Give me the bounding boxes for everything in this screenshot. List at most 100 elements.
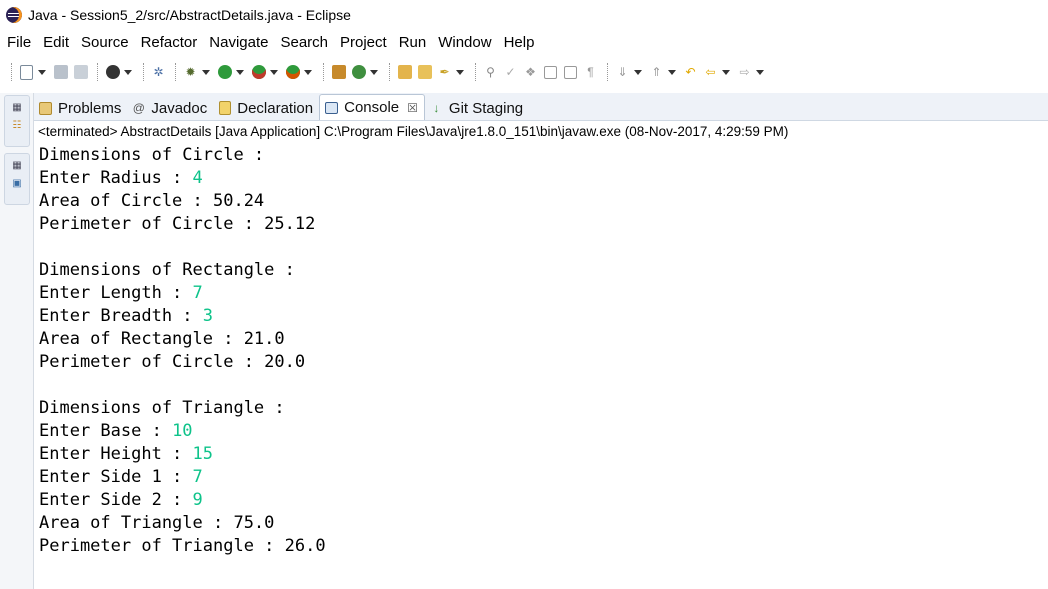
format-icon[interactable]: ❖ [522,63,539,81]
tab-git-staging[interactable]: ↓ Git Staging [425,96,529,120]
save-all-icon[interactable] [72,63,89,81]
block-icon[interactable] [542,63,559,81]
toolbar-separator [143,63,145,81]
package-explorer-icon[interactable]: ☷ [9,118,25,132]
coverage-dropdown-arrow[interactable] [270,69,278,75]
tab-problems[interactable]: Problems [34,96,127,120]
save-icon[interactable] [52,63,69,81]
problems-icon [38,101,53,116]
new-class-dropdown-arrow[interactable] [370,69,378,75]
next-annotation-icon[interactable]: ¶ [582,63,599,81]
open-type-icon[interactable] [396,63,413,81]
tab-label: Problems [58,99,122,117]
view-tab-bar: Problems @ Javadoc Declaration Console ☒… [34,93,1048,121]
toggle-mark-icon[interactable]: ✓ [502,63,519,81]
pin-icon[interactable]: ⚲ [482,63,499,81]
console-user-input: 7 [192,467,203,487]
javadoc-icon: @ [132,101,145,115]
console-output[interactable]: Dimensions of Circle : Enter Radius : 4 … [39,144,1039,558]
outline-icon[interactable]: ▣ [9,176,25,190]
annotation-icon[interactable]: ✒ [436,63,453,81]
console-line: Dimensions of Circle : [39,145,265,165]
debug-dropdown-arrow[interactable] [202,69,210,75]
toolbar-separator [323,63,325,81]
prev-annotation-icon[interactable]: ⇓ [614,63,631,81]
menu-bar: File Edit Source Refactor Navigate Searc… [0,30,1048,54]
console-user-input: 10 [172,421,193,441]
toolbar-separator [175,63,177,81]
tab-label: Declaration [237,99,314,117]
forward-nav-icon[interactable]: ⇦ [702,63,719,81]
console-line: Enter Radius : 4 [39,168,203,188]
console-line: Enter Side 1 : 7 [39,467,203,487]
forward-icon[interactable]: ⇨ [736,63,753,81]
console-line: Perimeter of Circle : 25.12 [39,214,316,234]
new-dropdown-arrow[interactable] [38,69,46,75]
menu-run[interactable]: Run [399,34,427,51]
coverage-icon[interactable] [250,63,267,81]
tab-declaration[interactable]: Declaration [213,96,319,120]
tab-label: Git Staging [448,99,524,117]
menu-navigate[interactable]: Navigate [209,34,268,51]
tab-javadoc[interactable]: @ Javadoc [127,96,213,120]
console-user-input: 9 [192,490,203,510]
tab-label: Console [344,99,400,116]
search-icon[interactable] [416,63,433,81]
console-line: Enter Length : 7 [39,283,203,303]
console-user-input: 7 [192,283,203,303]
console-line: Dimensions of Triangle : [39,398,285,418]
menu-window[interactable]: Window [438,34,491,51]
menu-edit[interactable]: Edit [43,34,69,51]
console-line: Enter Breadth : 3 [39,306,214,326]
skip-breakpoints-icon[interactable]: ✲ [150,63,167,81]
console-line: Enter Base : 10 [39,421,193,441]
menu-help[interactable]: Help [504,34,535,51]
menu-project[interactable]: Project [340,34,387,51]
console-line: Perimeter of Circle : 20.0 [39,352,306,372]
console-user-input: 15 [192,444,214,464]
debug-skip-dropdown-arrow[interactable] [124,69,132,75]
toolbar-separator [389,63,391,81]
last-edit-dropdown-arrow[interactable] [668,69,676,75]
toolbar-separator [11,63,13,81]
last-edit-icon[interactable]: ⇑ [648,63,665,81]
console-line: Area of Circle : 50.24 [39,191,265,211]
external-tools-icon[interactable] [284,63,301,81]
toolbar-separator [97,63,99,81]
declaration-icon [217,101,232,116]
git-staging-icon: ↓ [433,101,440,115]
prev-annotation-dropdown-arrow[interactable] [634,69,642,75]
title-bar: Java - Session5_2/src/AbstractDetails.ja… [0,0,1048,30]
main-toolbar: ✲ ✹ ✒ ⚲ ✓ ❖ ¶ ⇓ ⇑ ↶ ⇦ ⇨ [0,58,1048,86]
close-icon[interactable]: ☒ [407,101,418,115]
restore-icon[interactable]: ▦ [9,158,25,172]
trim-group-bottom: ▦ ▣ [4,153,30,205]
console-line: Perimeter of Triangle : 26.0 [39,536,326,556]
console-icon [324,100,339,115]
menu-search[interactable]: Search [280,34,328,51]
back-icon[interactable]: ↶ [682,63,699,81]
debug-skip-icon[interactable] [104,63,121,81]
menu-refactor[interactable]: Refactor [141,34,198,51]
toolbar-separator [475,63,477,81]
console-line: Area of Triangle : 75.0 [39,513,275,533]
run-icon[interactable] [216,63,233,81]
annotation-dropdown-arrow[interactable] [456,69,464,75]
forward-dropdown-arrow[interactable] [756,69,764,75]
new-icon[interactable] [18,63,35,81]
menu-file[interactable]: File [7,34,31,51]
left-trim-bar: ▦ ☷ ▦ ▣ [0,93,34,589]
debug-icon[interactable]: ✹ [182,63,199,81]
show-whitespace-icon[interactable] [562,63,579,81]
external-tools-dropdown-arrow[interactable] [304,69,312,75]
console-line: Dimensions of Rectangle : [39,260,295,280]
restore-icon[interactable]: ▦ [9,100,25,114]
tab-console[interactable]: Console ☒ [319,94,425,120]
run-dropdown-arrow[interactable] [236,69,244,75]
new-java-package-icon[interactable] [330,63,347,81]
new-class-icon[interactable] [350,63,367,81]
back-dropdown-arrow[interactable] [722,69,730,75]
console-line: Enter Height : 15 [39,444,214,464]
menu-source[interactable]: Source [81,34,129,51]
